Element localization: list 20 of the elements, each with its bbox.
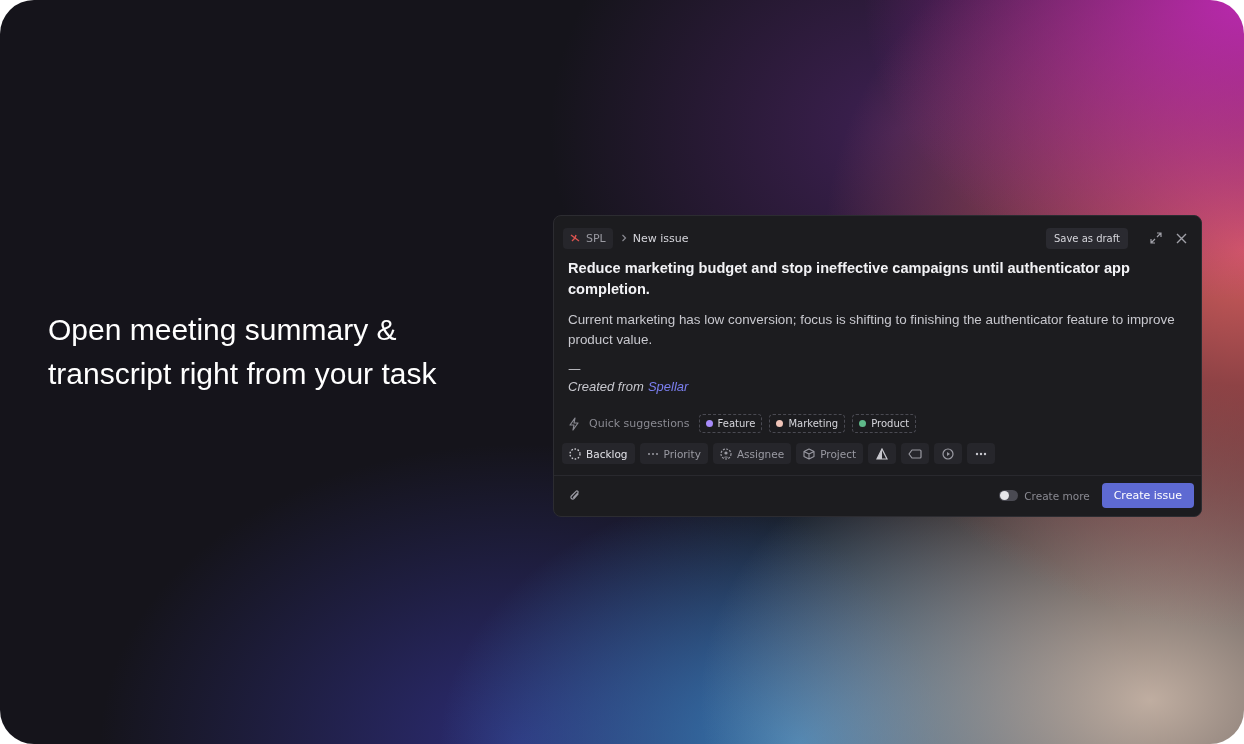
quick-suggestions-label: Quick suggestions xyxy=(589,417,690,430)
status-button[interactable]: Backlog xyxy=(562,443,635,464)
create-more-label: Create more xyxy=(1024,489,1090,502)
create-issue-button[interactable]: Create issue xyxy=(1101,483,1194,508)
issue-title-field[interactable]: Reduce marketing budget and stop ineffective campaigns until authenticator app completion. xyxy=(568,258,1187,300)
headline: Open meeting summary & transcript right from your task xyxy=(48,312,438,392)
suggested-label-chip[interactable]: Product xyxy=(852,414,917,433)
breadcrumb-title: New issue xyxy=(632,231,689,245)
separator-dash: — xyxy=(568,362,582,376)
team-name: SPL xyxy=(586,231,606,245)
created-from-text: Created from xyxy=(568,378,644,396)
priority-button[interactable]: Priority xyxy=(639,443,708,464)
spellar-link[interactable]: Spellar xyxy=(647,376,689,398)
team-chip[interactable]: SPL xyxy=(563,227,613,249)
suggested-label-chip[interactable]: Feature xyxy=(698,414,763,433)
suggested-label-chip[interactable]: Marketing xyxy=(769,414,846,433)
save-draft-button[interactable]: Save as draft xyxy=(1045,227,1128,249)
project-button[interactable]: Project xyxy=(796,443,864,464)
issue-description: Current marketing has low conversion; focus is shifting to finishing the authenticator feature to improve product value. xyxy=(568,311,1176,349)
assignee-button[interactable]: Assignee xyxy=(712,443,792,464)
